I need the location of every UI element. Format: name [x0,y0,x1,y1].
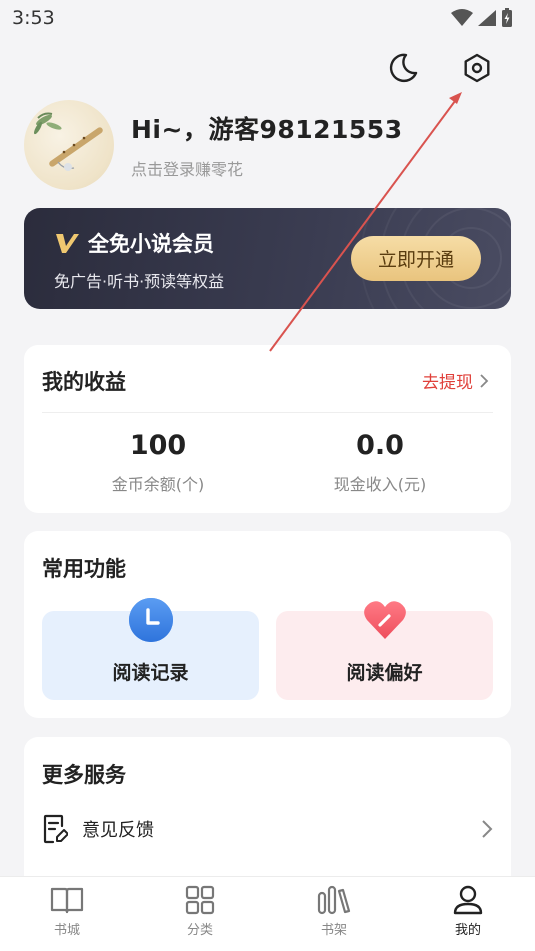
vip-v-icon [56,234,79,253]
chevron-right-icon [482,820,493,838]
reading-history-label: 阅读记录 [112,662,189,684]
battery-icon [502,8,512,27]
reading-history-tile[interactable]: 阅读记录 [42,598,259,700]
tab-mine[interactable]: 我的 [423,885,513,938]
signal-icon [478,10,496,26]
login-hint[interactable]: 点击登录赚零花 [131,156,403,180]
status-bar: 3:53 [0,0,535,36]
coins-label: 金币余额(个) [111,475,205,494]
common-functions-card: 常用功能 阅读记录 阅读偏好 [24,531,511,718]
person-icon [453,885,483,915]
cash-label: 现金收入(元) [333,475,427,494]
greeting-text: Hi~，游客98121553 [131,115,403,144]
feedback-row[interactable]: 意见反馈 [42,807,493,851]
tab-label: 书城 [53,923,80,938]
cash-value: 0.0 [356,430,404,461]
night-mode-button[interactable] [383,48,423,88]
earnings-card: 我的收益 去提现 100 金币余额(个) 0.0 现金收入(元) [24,345,511,513]
more-services-card: 更多服务 意见反馈 [24,737,511,897]
feedback-document-icon [43,814,68,844]
withdraw-label: 去提现 [422,373,473,393]
book-open-icon [50,887,84,914]
vip-benefits: 免广告·听书·预读等权益 [54,272,225,291]
grid-icon [185,885,215,915]
coins-value: 100 [129,430,187,461]
coins-stat[interactable]: 100 金币余额(个) [48,430,268,495]
services-title: 更多服务 [42,763,126,787]
bottom-tab-bar: 书城 分类 书架 我的 [0,876,535,951]
chevron-right-icon [480,373,489,388]
tab-label: 分类 [186,923,213,938]
reading-preference-tile[interactable]: 阅读偏好 [276,601,493,700]
withdraw-link[interactable]: 去提现 [422,368,489,393]
heart-icon [364,601,406,639]
bamboo-flute-illustration [34,112,103,171]
tab-bookshelf[interactable]: 书架 [289,885,379,938]
wifi-icon [451,9,473,26]
bookshelf-icon [317,885,351,915]
reading-preference-label: 阅读偏好 [346,662,423,684]
activate-vip-button[interactable]: 立即开通 [351,236,481,281]
moon-icon [389,53,418,83]
tab-bookstore[interactable]: 书城 [22,885,112,938]
functions-title: 常用功能 [42,557,126,581]
divider [42,412,493,413]
settings-hexagon-icon [464,53,490,83]
tab-label: 我的 [454,923,481,938]
status-time: 3:53 [12,7,55,29]
earnings-title: 我的收益 [42,370,126,394]
avatar[interactable] [24,100,114,190]
vip-title: 全免小说会员 [88,232,214,256]
vip-membership-card[interactable]: 全免小说会员 免广告·听书·预读等权益 立即开通 [24,208,511,309]
cash-stat[interactable]: 0.0 现金收入(元) [270,430,490,495]
settings-button[interactable] [457,48,497,88]
tab-label: 书架 [320,923,347,938]
feedback-label: 意见反馈 [82,820,154,841]
tab-category[interactable]: 分类 [155,885,245,938]
clock-icon [129,598,173,642]
profile-header[interactable]: Hi~，游客98121553 点击登录赚零花 [24,100,403,190]
